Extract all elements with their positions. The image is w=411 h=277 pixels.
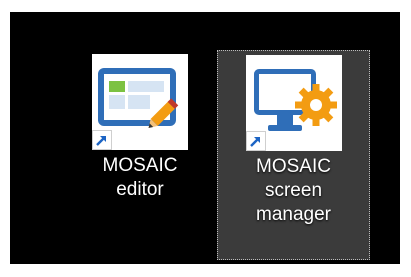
icon-label: MOSAIC screen manager [256, 156, 331, 225]
desktop-icon-mosaic-screen-manager[interactable]: MOSAIC screen manager [217, 50, 370, 260]
desktop-icon-mosaic-editor[interactable]: MOSAIC editor [80, 50, 200, 250]
mosaic-editor-icon [92, 54, 188, 150]
shortcut-arrow-icon [92, 130, 112, 150]
desktop: MOSAIC editor MOSAIC screen manager [10, 12, 400, 264]
shortcut-arrow-icon [246, 131, 266, 151]
icon-label: MOSAIC editor [102, 155, 178, 200]
mosaic-screen-manager-icon [246, 55, 342, 151]
